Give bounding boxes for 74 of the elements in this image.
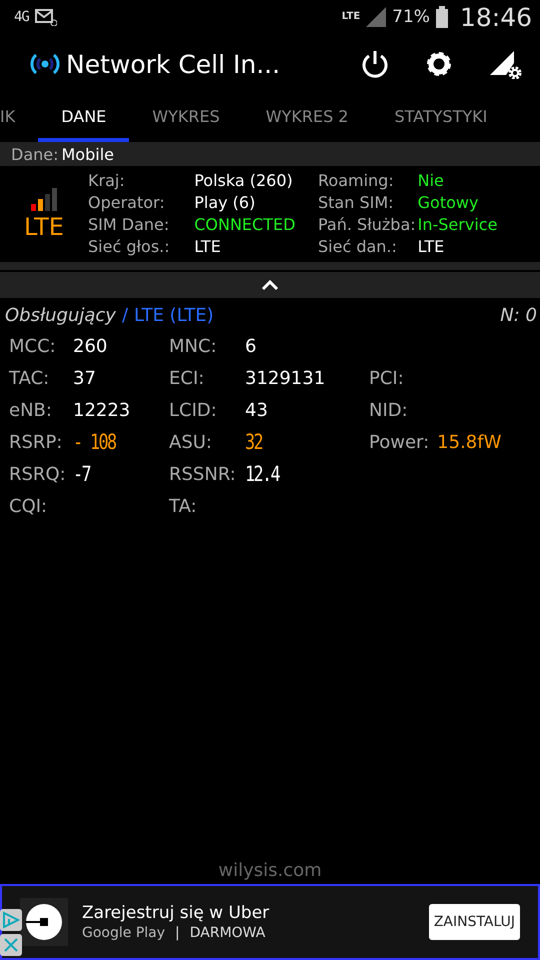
field-label: PCI:: [369, 368, 404, 388]
field-label: Power:: [369, 432, 430, 452]
network-type: LTE: [24, 212, 64, 240]
field-label: TAC:: [9, 368, 50, 388]
field-label: RSRP:: [9, 432, 64, 452]
field-label: Sieć dan.:: [318, 236, 398, 258]
signal-settings-button[interactable]: [488, 49, 522, 79]
battery-icon: [436, 6, 448, 28]
store-name: Google Play: [82, 925, 166, 941]
field-value: 37: [73, 368, 96, 388]
field-label: Stan SIM:: [318, 192, 395, 214]
install-button[interactable]: ZAINSTALUJ: [428, 904, 520, 940]
field-label: Kraj:: [88, 170, 126, 192]
field-value: LTE: [418, 236, 446, 258]
field-value: 12223: [73, 400, 130, 420]
tab[interactable]: WYKRES 2: [242, 94, 372, 142]
field-value: 6: [245, 336, 256, 356]
collapse-button[interactable]: [261, 279, 279, 291]
field-value: 32: [245, 430, 262, 454]
tab[interactable]: WYKRES: [129, 94, 243, 142]
field-label: ECI:: [169, 368, 206, 388]
network-type: 4G: [14, 9, 29, 25]
field-label: ASU:: [169, 432, 213, 452]
field-label: CQI:: [9, 496, 48, 516]
field-value: 3129131: [245, 368, 326, 388]
field-value: LTE: [194, 236, 222, 258]
field-label: Pań. Służba:: [318, 214, 416, 236]
field-label: Roaming:: [318, 170, 395, 192]
antenna-icon: [30, 52, 60, 76]
field-label: RSSNR:: [169, 464, 237, 484]
app-title: Network Cell In...: [66, 50, 282, 78]
field-label: NID:: [369, 400, 408, 420]
field-value: 260: [73, 336, 108, 356]
battery-percent: 71%: [392, 7, 430, 27]
price-label: DARMOWA: [190, 925, 266, 941]
field-value: 43: [245, 400, 268, 420]
tab[interactable]: STATYSTYKI: [371, 94, 510, 142]
field-value: Gotowy: [418, 192, 480, 214]
power-button[interactable]: [360, 49, 390, 79]
settings-button[interactable]: [424, 49, 454, 79]
signal-icon: [366, 7, 386, 27]
field-value: - 108: [73, 430, 116, 454]
field-label: MCC:: [9, 336, 57, 356]
field-value: Mobile: [62, 144, 114, 164]
field-value: CONNECTED: [194, 214, 296, 236]
signal-bars-icon: [31, 188, 57, 210]
separator: /: [122, 304, 128, 326]
field-label: Operator:: [88, 192, 166, 214]
section-title: Obsługujący: [5, 304, 116, 326]
field-value: -7: [73, 462, 90, 486]
field-label: TA:: [169, 496, 198, 516]
technology-label: LTE (LTE): [134, 304, 214, 326]
neighbor-count: N: 0: [500, 304, 537, 326]
field-value: Polska (260): [194, 170, 294, 192]
field-label: LCID:: [169, 400, 218, 420]
mail-icon: [34, 8, 57, 26]
field-label: SIM Dane:: [88, 214, 170, 236]
ad-title: Zarejestruj się w Uber: [82, 903, 270, 923]
field-value: 12.4: [245, 462, 280, 486]
field-value: Play (6): [194, 192, 256, 214]
field-label: MNC:: [169, 336, 218, 356]
field-label: Sieć głos.:: [88, 236, 171, 258]
field-label: RSRQ:: [9, 464, 67, 484]
field-value: 15.8fW: [437, 432, 502, 452]
data-indicator: LTE: [342, 12, 360, 22]
tab[interactable]: IK: [0, 94, 38, 142]
field-label: eNB:: [9, 400, 53, 420]
field-value: Nie: [418, 170, 445, 192]
app-logo-icon: [25, 903, 63, 941]
separator: |: [175, 925, 180, 941]
field-value: In-Service: [418, 214, 498, 236]
website-link[interactable]: wilysis.com: [218, 860, 322, 880]
field-label: Dane:: [11, 144, 58, 164]
clock: 18:46: [460, 2, 532, 32]
